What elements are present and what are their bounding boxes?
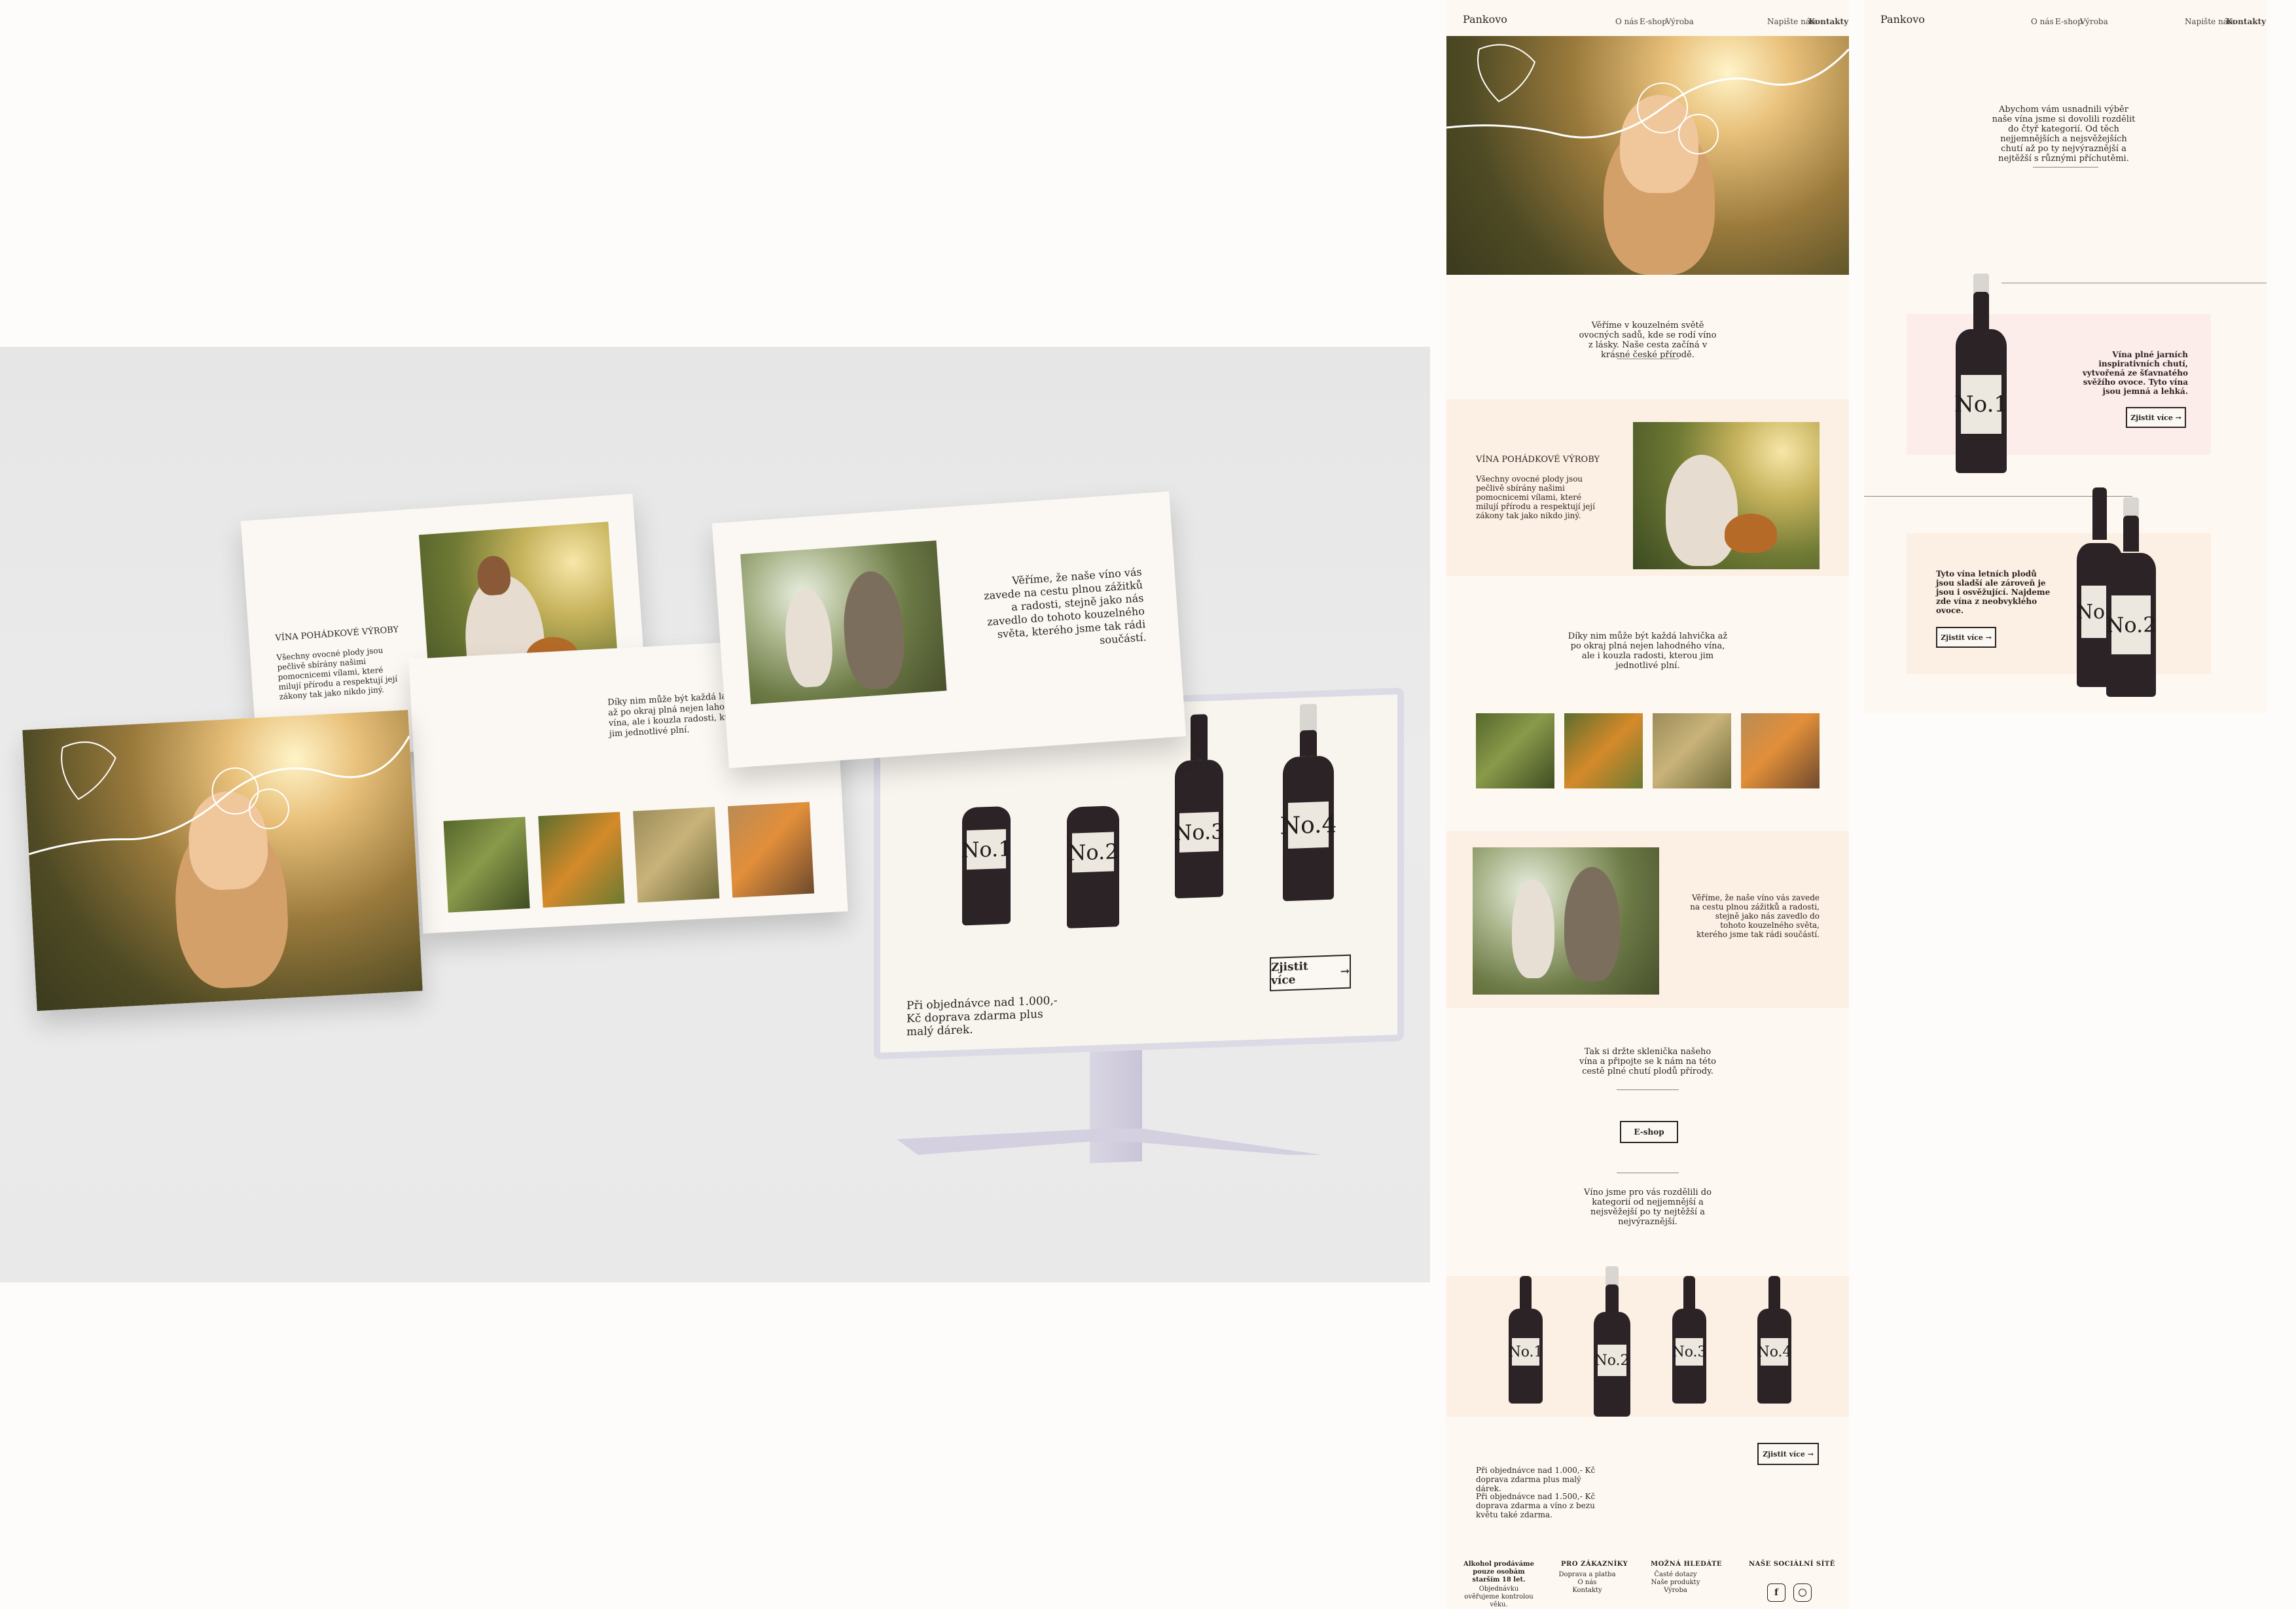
nav-home[interactable]: O nás xyxy=(2031,17,2054,26)
gallery-photo-3 xyxy=(633,807,720,903)
monitor-neck xyxy=(1090,1050,1142,1163)
fairy-section: VÍNA POHÁDKOVÉ VÝROBY Všechny ovocné plo… xyxy=(1446,399,1849,576)
fairy-photo xyxy=(1633,422,1820,569)
shipping-text-2: Při objednávce nad 1.500,- Kč doprava zd… xyxy=(1476,1492,1596,1519)
monitor-more-button[interactable]: Zjistit více → xyxy=(1270,954,1351,992)
summer-section: Tyto vína letních plodů jsou sladší ale … xyxy=(1907,533,2211,674)
bottle-1: No.1 xyxy=(961,773,1012,926)
summer-more-button[interactable]: Zjistit více → xyxy=(1936,627,1996,648)
categories-intro-text: Abychom vám usnadnili výběr naše vína js… xyxy=(1992,105,2136,164)
gallery-photo-4 xyxy=(727,802,815,898)
nav-shop[interactable]: E-shop xyxy=(1640,17,1667,26)
nav-home[interactable]: O nás xyxy=(1615,17,1638,26)
card-fairy-title: VÍNA POHÁDKOVÉ VÝROBY xyxy=(274,624,399,644)
nav-production[interactable]: Výroba xyxy=(1666,17,1694,26)
shipping-text-1: Při objednávce nad 1.000,- Kč doprava zd… xyxy=(1476,1466,1596,1493)
categories-page-mockup: Pankovo O nás E-shop Výroba Napište nám … xyxy=(1864,0,2267,713)
footer-age-title: Alkohol prodáváme pouze osobám starším 1… xyxy=(1463,1561,1534,1583)
hero-photo xyxy=(22,709,423,1012)
summer-text: Tyto vína letních plodů jsou sladší ale … xyxy=(1936,569,2051,615)
nav-production[interactable]: Výroba xyxy=(2080,17,2108,26)
divider xyxy=(1617,1089,1679,1090)
hero-photo xyxy=(1446,36,1849,275)
grab-glass-text: Tak si držte sklenička našeho vína a při… xyxy=(1579,1047,1716,1076)
footer-link[interactable]: Doprava a platba xyxy=(1554,1571,1620,1579)
gallery-photo-4 xyxy=(1741,713,1820,788)
eshop-button[interactable]: E-shop xyxy=(1620,1121,1678,1143)
footer-link[interactable]: Naše produkty xyxy=(1643,1579,1708,1587)
mockup-scene: No.1 No.2 No.3 No.4 Při objednávce nad 1… xyxy=(0,347,1430,1282)
hero-intro-text: Věříme v kouzelném světě ovocných sadů, … xyxy=(1579,321,1717,360)
nav-contacts[interactable]: Kontakty xyxy=(1808,17,1848,26)
bottle-3: No.3 xyxy=(1174,713,1225,899)
believe-text: Věříme, že naše víno vás zavede na cestu… xyxy=(1690,893,1820,939)
bottle-1: No.1 xyxy=(1508,1276,1543,1404)
bottle-2: No.2 xyxy=(1067,769,1119,928)
bottle-3: No.3 xyxy=(1672,1276,1707,1404)
bottle-2: No.2 xyxy=(1594,1266,1630,1417)
garden-photo xyxy=(740,540,947,705)
line-art-icon xyxy=(28,735,410,855)
homepage-mockup: Pankovo O nás E-shop Výroba Napište nám … xyxy=(1446,0,1849,1609)
nav-contacts[interactable]: Kontakty xyxy=(2226,17,2266,26)
footer-customers-title: PRO ZÁKAZNÍKY xyxy=(1561,1561,1628,1568)
card-fairy-body: Všechny ovocné plody jsou pečlivě sbírán… xyxy=(276,645,398,701)
garden-photo xyxy=(1473,847,1659,995)
gallery-photo-1 xyxy=(443,817,530,913)
spring-more-button[interactable]: Zjistit více → xyxy=(2126,407,2186,428)
gallery-photo-2 xyxy=(538,811,625,908)
spring-bottle: No.1 xyxy=(1954,274,2008,473)
monitor-shipping-text: Při objednávce nad 1.000,- Kč doprava zd… xyxy=(906,994,1058,1039)
believe-section: Věříme, že naše víno vás zavede na cestu… xyxy=(1446,831,1849,1008)
card-believe-text: Věříme, že naše víno vás zavede na cestu… xyxy=(983,565,1147,646)
categories-intro-text: Víno jsme pro vás rozdělili do kategorií… xyxy=(1584,1188,1712,1227)
facebook-icon[interactable]: f xyxy=(1767,1583,1785,1602)
gallery-photo-3 xyxy=(1653,713,1731,788)
nav-shop[interactable]: E-shop xyxy=(2055,17,2083,26)
card-believe: Věříme, že naše víno vás zavede na cestu… xyxy=(711,491,1187,768)
footer-link[interactable]: Časté dotazy xyxy=(1643,1571,1708,1579)
footer-link[interactable]: O nás xyxy=(1554,1579,1620,1587)
divider xyxy=(2033,167,2098,168)
footer-age-text: Objednávku ověřujeme kontrolou věku. xyxy=(1464,1585,1534,1608)
line-art-icon xyxy=(1446,44,1849,154)
gallery-photo-1 xyxy=(1476,713,1554,788)
card-hero xyxy=(22,709,423,1012)
fairy-title: VÍNA POHÁDKOVÉ VÝROBY xyxy=(1476,455,1600,465)
instagram-icon[interactable] xyxy=(1793,1583,1812,1602)
every-bottle-text: Díky nim může být každá lahvička až po o… xyxy=(1568,631,1728,671)
more-button[interactable]: Zjistit více → xyxy=(1757,1443,1819,1465)
spring-section: Vína plné jarních inspirativních chutí, … xyxy=(1907,314,2211,455)
brand-logo[interactable]: Pankovo xyxy=(1880,13,1925,26)
footer-social-title: NAŠE SOCIÁLNÍ SÍTĚ xyxy=(1749,1561,1835,1568)
footer-looking-title: MOŽNÁ HLEDÁTE xyxy=(1651,1561,1723,1568)
fairy-body: Všechny ovocné plody jsou pečlivě sbírán… xyxy=(1476,474,1595,520)
bottle-4: No.4 xyxy=(1280,703,1336,902)
gallery-photo-2 xyxy=(1564,713,1643,788)
summer-bottle-front: No.2 xyxy=(2106,497,2157,697)
brand-logo[interactable]: Pankovo xyxy=(1463,13,1507,26)
footer-link[interactable]: Výroba xyxy=(1643,1587,1708,1595)
bottles-section: No.1 No.2 No.3 No.4 xyxy=(1446,1266,1849,1417)
spring-text: Vína plné jarních inspirativních chutí, … xyxy=(2082,350,2188,396)
bottle-4: No.4 xyxy=(1757,1276,1792,1404)
footer-link[interactable]: Kontakty xyxy=(1554,1587,1620,1595)
